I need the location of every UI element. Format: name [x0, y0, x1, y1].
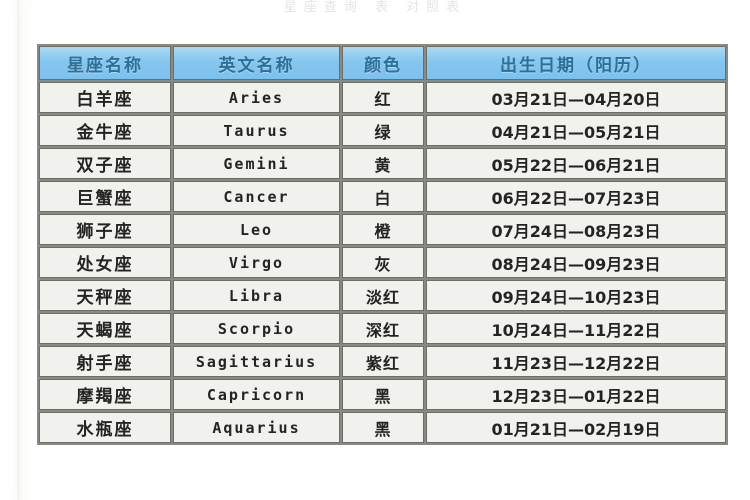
cell-date-range: 12月23日—01月22日	[426, 379, 726, 410]
table-row: 射手座 Sagittarius 紫红 11月23日—12月22日	[39, 346, 726, 377]
cell-en-name: Virgo	[173, 247, 340, 278]
table-row: 白羊座 Aries 红 03月21日—04月20日	[39, 82, 726, 113]
cell-en-name: Scorpio	[173, 313, 340, 344]
cell-cn-name: 天秤座	[39, 280, 171, 311]
cell-color: 橙	[342, 214, 424, 245]
page-canvas: 星座查询 表 对照表 星座名称 英文名称 颜色 出生日期（阳历） 白羊座 Arie…	[0, 0, 750, 500]
cell-en-name: Taurus	[173, 115, 340, 146]
cell-color: 紫红	[342, 346, 424, 377]
cell-en-name: Gemini	[173, 148, 340, 179]
cell-cn-name: 白羊座	[39, 82, 171, 113]
cell-color: 灰	[342, 247, 424, 278]
cell-date-range: 05月22日—06月21日	[426, 148, 726, 179]
cell-en-name: Aquarius	[173, 412, 340, 443]
scan-edge-line	[18, 0, 19, 500]
table-row: 摩羯座 Capricorn 黑 12月23日—01月22日	[39, 379, 726, 410]
cell-color: 深红	[342, 313, 424, 344]
cell-color: 黄	[342, 148, 424, 179]
cell-date-range: 11月23日—12月22日	[426, 346, 726, 377]
cell-color: 黑	[342, 412, 424, 443]
table-row: 水瓶座 Aquarius 黑 01月21日—02月19日	[39, 412, 726, 443]
table-row: 狮子座 Leo 橙 07月24日—08月23日	[39, 214, 726, 245]
cell-cn-name: 金牛座	[39, 115, 171, 146]
cell-date-range: 04月21日—05月21日	[426, 115, 726, 146]
cell-date-range: 09月24日—10月23日	[426, 280, 726, 311]
column-header-date-range[interactable]: 出生日期（阳历）	[426, 46, 726, 80]
cell-cn-name: 狮子座	[39, 214, 171, 245]
faded-page-title: 星座查询 表 对照表	[283, 0, 467, 12]
table-header: 星座名称 英文名称 颜色 出生日期（阳历）	[39, 46, 726, 80]
cell-en-name: Cancer	[173, 181, 340, 212]
cell-cn-name: 摩羯座	[39, 379, 171, 410]
cell-en-name: Sagittarius	[173, 346, 340, 377]
cell-date-range: 07月24日—08月23日	[426, 214, 726, 245]
cell-en-name: Aries	[173, 82, 340, 113]
table-row: 天秤座 Libra 淡红 09月24日—10月23日	[39, 280, 726, 311]
cell-en-name: Libra	[173, 280, 340, 311]
cell-cn-name: 天蝎座	[39, 313, 171, 344]
zodiac-table: 星座名称 英文名称 颜色 出生日期（阳历） 白羊座 Aries 红 03月21日—04…	[37, 44, 728, 445]
cell-color: 淡红	[342, 280, 424, 311]
cell-date-range: 06月22日—07月23日	[426, 181, 726, 212]
cell-color: 红	[342, 82, 424, 113]
table-row: 双子座 Gemini 黄 05月22日—06月21日	[39, 148, 726, 179]
cell-cn-name: 水瓶座	[39, 412, 171, 443]
column-header-color[interactable]: 颜色	[342, 46, 424, 80]
table-body: 白羊座 Aries 红 03月21日—04月20日 金牛座 Taurus 绿 04月21日—0…	[39, 82, 726, 443]
table-header-row: 星座名称 英文名称 颜色 出生日期（阳历）	[39, 46, 726, 80]
cell-date-range: 01月21日—02月19日	[426, 412, 726, 443]
cell-cn-name: 处女座	[39, 247, 171, 278]
column-header-cn-name[interactable]: 星座名称	[39, 46, 171, 80]
cell-cn-name: 双子座	[39, 148, 171, 179]
cell-cn-name: 射手座	[39, 346, 171, 377]
table-row: 天蝎座 Scorpio 深红 10月24日—11月22日	[39, 313, 726, 344]
zodiac-table-container: 星座名称 英文名称 颜色 出生日期（阳历） 白羊座 Aries 红 03月21日—04…	[37, 44, 728, 445]
table-row: 处女座 Virgo 灰 08月24日—09月23日	[39, 247, 726, 278]
cell-color: 白	[342, 181, 424, 212]
cell-date-range: 03月21日—04月20日	[426, 82, 726, 113]
column-header-en-name[interactable]: 英文名称	[173, 46, 340, 80]
table-row: 金牛座 Taurus 绿 04月21日—05月21日	[39, 115, 726, 146]
cell-cn-name: 巨蟹座	[39, 181, 171, 212]
cell-color: 绿	[342, 115, 424, 146]
cell-en-name: Leo	[173, 214, 340, 245]
cell-color: 黑	[342, 379, 424, 410]
table-row: 巨蟹座 Cancer 白 06月22日—07月23日	[39, 181, 726, 212]
cell-date-range: 08月24日—09月23日	[426, 247, 726, 278]
cell-date-range: 10月24日—11月22日	[426, 313, 726, 344]
cell-en-name: Capricorn	[173, 379, 340, 410]
